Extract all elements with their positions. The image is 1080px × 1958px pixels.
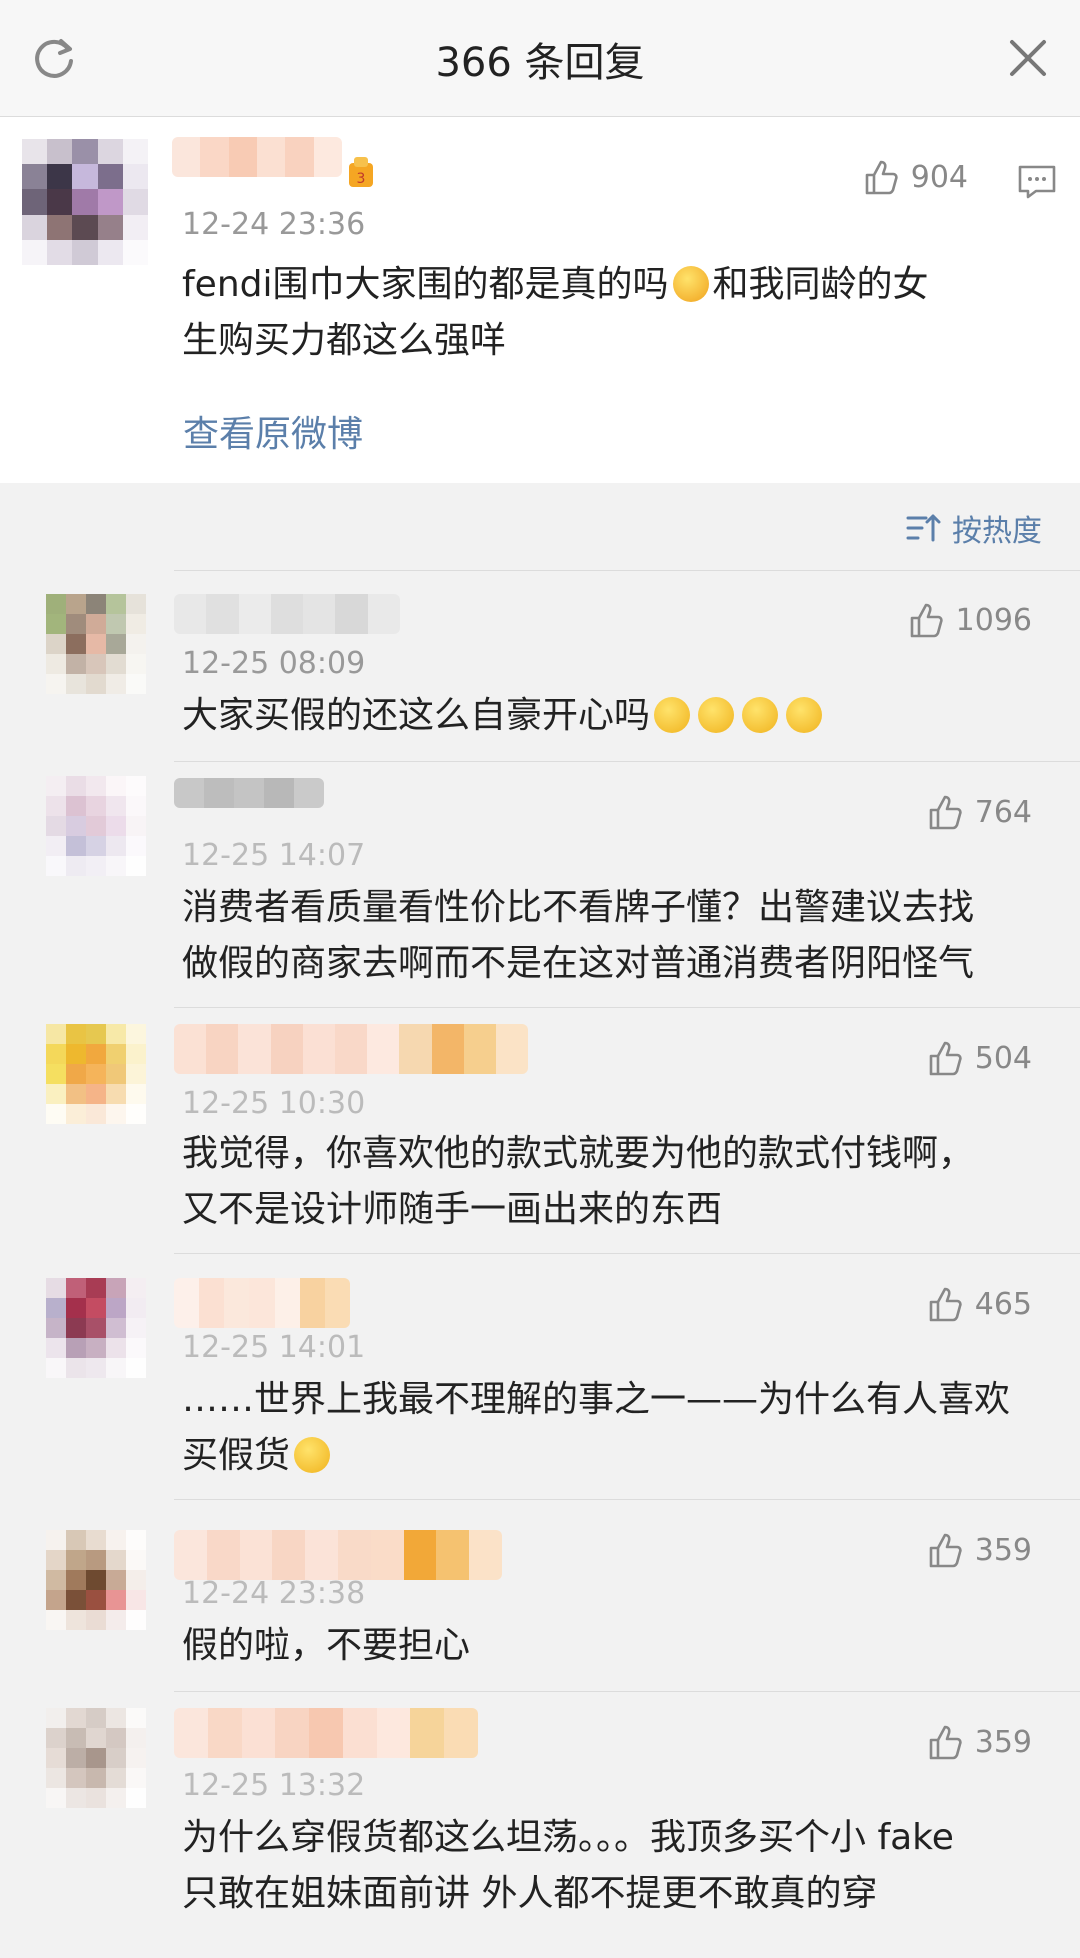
list-item: 12-25 14:07 764 消费者看质量看性价比不看牌子懂？出警建议去找 做… — [0, 762, 1080, 1008]
comment-text-line: 只敢在姐妹面前讲 外人都不提更不敢真的穿 — [182, 1873, 878, 1914]
thumbs-up-icon — [929, 1287, 962, 1322]
username-blurred[interactable] — [172, 137, 342, 177]
shocked-emoji-icon — [698, 697, 735, 733]
comment-text: 消费者看质量看性价比不看牌子懂？出警建议去找 做假的商家去啊而不是在这对普通消费… — [182, 880, 1062, 992]
comment-text-part: 和我同龄的女 — [712, 264, 929, 305]
like-count: 764 — [974, 794, 1032, 830]
username-blurred[interactable] — [174, 1278, 350, 1328]
like-count: 504 — [974, 1040, 1032, 1076]
avatar[interactable] — [46, 1530, 146, 1630]
like-button[interactable]: 359 — [925, 1722, 1032, 1762]
vip-badge-icon: 3 — [349, 157, 373, 187]
sort-label: 按热度 — [952, 514, 1042, 549]
username-blurred[interactable] — [174, 1708, 478, 1758]
comment-text-line: 消费者看质量看性价比不看牌子懂？出警建议去找 — [182, 887, 975, 928]
comment-time: 12-25 10:30 — [182, 1086, 366, 1121]
like-button[interactable]: 359 — [925, 1530, 1032, 1570]
thumbs-up-icon — [929, 1725, 962, 1760]
like-count: 359 — [974, 1532, 1032, 1568]
comment-text: 我觉得，你喜欢他的款式就要为他的款式付钱啊， 又不是设计师随手一画出来的东西 — [182, 1126, 1062, 1238]
comment-time: 12-25 14:01 — [182, 1330, 366, 1365]
shocked-emoji-icon — [654, 697, 691, 733]
avatar[interactable] — [46, 776, 146, 876]
avatar[interactable] — [46, 1024, 146, 1124]
like-count: 1096 — [955, 602, 1032, 638]
comment-time: 12-25 08:09 — [182, 646, 366, 681]
like-button[interactable]: 904 — [861, 157, 968, 197]
comment-text-line: 做假的商家去啊而不是在这对普通消费者阴阳怪气 — [182, 943, 975, 984]
header-bar: 366 条回复 — [0, 0, 1080, 117]
comment-text: 假的啦，不要担心 — [182, 1618, 1062, 1674]
like-button[interactable]: 465 — [925, 1284, 1032, 1324]
close-icon[interactable] — [1006, 36, 1050, 80]
list-item: 12-25 13:32 359 为什么穿假货都这么坦荡。。。我顶多买个小 fak… — [0, 1692, 1080, 1958]
page-title: 366 条回复 — [435, 40, 645, 86]
list-item: 12-24 23:38 359 假的啦，不要担心 — [0, 1500, 1080, 1692]
thumbs-up-icon — [910, 603, 943, 638]
comment-text: 大家买假的还这么自豪开心吗 — [182, 688, 1042, 744]
comment-icon[interactable] — [1016, 161, 1058, 203]
list-item: 12-25 08:09 1096 大家买假的还这么自豪开心吗 — [0, 570, 1080, 762]
avatar[interactable] — [46, 1278, 146, 1378]
like-button[interactable]: 504 — [925, 1038, 1032, 1078]
svg-text:3: 3 — [357, 171, 366, 187]
view-original-link[interactable]: 查看原微博 — [183, 405, 363, 457]
sort-icon — [906, 514, 941, 542]
comment-text-line: 我觉得，你喜欢他的款式就要为他的款式付钱啊， — [182, 1133, 975, 1174]
like-count: 359 — [974, 1724, 1032, 1760]
thumbs-up-icon — [929, 795, 962, 830]
avatar[interactable] — [22, 139, 148, 265]
comment-text-line: ……世界上我最不理解的事之一——为什么有人喜欢 — [182, 1379, 1011, 1420]
comment-text-part: 生购买力都这么强咩 — [182, 320, 507, 361]
like-count: 465 — [974, 1286, 1032, 1322]
comment-time: 12-25 14:07 — [182, 838, 366, 873]
avatar[interactable] — [46, 594, 146, 694]
sort-toggle[interactable]: 按热度 — [906, 506, 1042, 550]
thumbs-up-icon — [929, 1533, 962, 1568]
shocked-emoji-icon — [742, 697, 779, 733]
thumbs-up-icon — [929, 1041, 962, 1076]
comment-text: fendi围巾大家围的都是真的吗 和我同龄的女 生购买力都这么强咩 — [182, 257, 1042, 369]
comment-text-line: 买假货 — [182, 1435, 291, 1476]
comment-time: 12-24 23:38 — [182, 1576, 366, 1611]
comment-time: 12-25 13:32 — [182, 1768, 366, 1803]
username-blurred[interactable] — [174, 1530, 502, 1580]
like-count: 904 — [910, 159, 968, 195]
like-button[interactable]: 1096 — [906, 600, 1032, 640]
username-blurred[interactable] — [174, 594, 400, 634]
thumbs-up-icon — [865, 160, 898, 195]
username-blurred[interactable] — [174, 1024, 528, 1074]
original-comment: 3 12-24 23:36 fendi围巾大家围的都是真的吗 和我同龄的女 生购买… — [0, 117, 1080, 483]
comment-time: 12-24 23:36 — [182, 207, 366, 242]
crying-emoji-icon — [672, 266, 709, 302]
list-item: 12-25 10:30 504 我觉得，你喜欢他的款式就要为他的款式付钱啊， 又… — [0, 1008, 1080, 1254]
list-item: 12-25 14:01 465 ……世界上我最不理解的事之一——为什么有人喜欢 … — [0, 1254, 1080, 1500]
username-blurred[interactable] — [174, 778, 324, 808]
like-button[interactable]: 764 — [925, 792, 1032, 832]
comment-text-line: 又不是设计师随手一画出来的东西 — [182, 1189, 723, 1230]
avatar[interactable] — [46, 1708, 146, 1808]
comment-text: ……世界上我最不理解的事之一——为什么有人喜欢 买假货 — [182, 1372, 1062, 1484]
comment-text: 为什么穿假货都这么坦荡。。。我顶多买个小 fake 只敢在姐妹面前讲 外人都不提… — [182, 1810, 1062, 1922]
confused-emoji-icon — [294, 1437, 331, 1473]
comment-text-line: 大家买假的还这么自豪开心吗 — [182, 695, 651, 736]
comment-text-line: 为什么穿假货都这么坦荡。。。我顶多买个小 fake — [182, 1817, 954, 1858]
comment-text-line: 假的啦，不要担心 — [182, 1625, 471, 1666]
sweat-emoji-icon — [786, 697, 823, 733]
comment-text-part: fendi围巾大家围的都是真的吗 — [182, 264, 669, 305]
